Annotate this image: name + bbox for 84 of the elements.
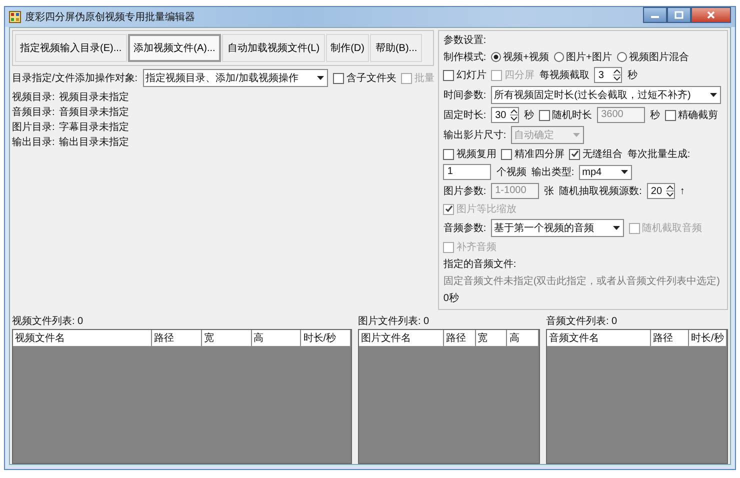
input-field[interactable]: 1 — [443, 164, 492, 180]
field-label: 0秒 — [443, 292, 459, 305]
spinner-arrows-icon — [666, 184, 674, 198]
dropdown[interactable]: mp4 — [579, 164, 632, 180]
column-header[interactable]: 宽 — [476, 330, 508, 347]
check-icon — [570, 150, 579, 158]
checkbox-option[interactable]: 随机时长 — [539, 108, 592, 122]
number-spinner[interactable]: 20 — [646, 183, 675, 199]
audio-file-note[interactable]: 固定音频文件未指定(双击此指定，或者从音频文件列表中选定) — [443, 274, 720, 288]
radio-option[interactable]: 视频+视频 — [491, 50, 549, 64]
field-label: 输出类型: — [531, 166, 574, 179]
field-label: 输出影片尺寸: — [443, 128, 506, 142]
target-dropdown[interactable]: 指定视频目录、添加/加载视频操作 — [142, 69, 328, 87]
list-title: 音频文件列表: 0 — [546, 314, 618, 328]
number-spinner[interactable]: 3 — [594, 67, 622, 83]
spinner-arrows-icon — [613, 68, 622, 82]
column-header[interactable]: 路径 — [152, 330, 202, 347]
radio-option[interactable]: 视频图片混合 — [616, 50, 689, 64]
caret-icon — [572, 132, 582, 138]
toolbar-button[interactable]: 指定视频输入目录(E)... — [15, 34, 127, 62]
dropdown[interactable]: 所有视频固定时长(过长会截取，过短不补齐) — [491, 86, 721, 104]
close-icon — [706, 11, 716, 19]
column-header[interactable]: 时长/秒 — [689, 330, 727, 347]
window-title: 度彩四分屏伪原创视频专用批量编辑器 — [25, 10, 195, 24]
column-header[interactable]: 时长/秒 — [301, 330, 352, 347]
field-label: 时间参数: — [443, 88, 486, 102]
radio-option[interactable]: 图片+图片 — [554, 50, 612, 64]
checkbox-option[interactable]: 精确截剪 — [665, 108, 718, 122]
close-button[interactable] — [691, 7, 731, 23]
checkbox-option[interactable]: 无缝组合 — [569, 147, 622, 161]
dropdown[interactable]: 基于第一个视频的音频 — [491, 219, 624, 237]
field-label: 个视频 — [496, 166, 526, 179]
field-label: 秒 — [627, 68, 638, 82]
column-header[interactable]: 路径 — [444, 330, 476, 347]
toolbar-button[interactable]: 添加视频文件(A)... — [128, 34, 222, 62]
number-spinner[interactable]: 30 — [491, 107, 520, 123]
caret-icon — [708, 92, 718, 98]
directory-value: 输出目录未指定 — [58, 136, 129, 149]
checkbox-option[interactable]: 含子文件夹 — [333, 71, 396, 85]
field-label: 每视频截取 — [539, 68, 590, 82]
column-header[interactable]: 音频文件名 — [547, 330, 651, 347]
checkbox-option[interactable]: 精准四分屏 — [501, 147, 564, 161]
caret-icon — [612, 225, 622, 231]
directory-label: 图片目录: — [12, 120, 55, 134]
toolbar-button[interactable]: 帮助(B)... — [370, 34, 422, 62]
field-label: 秒 — [650, 108, 660, 122]
directory-label: 音频目录: — [12, 106, 55, 119]
minimize-button[interactable] — [643, 7, 667, 23]
directory-value: 视频目录未指定 — [58, 90, 129, 104]
check-icon — [444, 205, 453, 213]
field-label: 图片参数: — [443, 184, 486, 198]
column-header[interactable]: 高 — [507, 330, 540, 347]
app-icon — [9, 11, 21, 23]
maximize-button[interactable] — [667, 7, 691, 23]
spinner-arrows-icon — [510, 108, 518, 122]
list-title: 视频文件列表: 0 — [12, 314, 84, 328]
field-label: 秒 — [524, 108, 534, 122]
caret-icon — [620, 169, 629, 175]
column-header[interactable]: 图片文件名 — [359, 330, 444, 347]
list-title: 图片文件列表: 0 — [358, 314, 430, 328]
checkbox-option[interactable]: 幻灯片 — [443, 68, 486, 82]
field-label: 音频参数: — [443, 222, 486, 235]
field-label: 制作模式: — [443, 50, 486, 64]
column-header[interactable]: 宽 — [202, 330, 252, 347]
directory-label: 视频目录: — [12, 90, 55, 104]
panel-title: 参数设置: — [443, 34, 486, 47]
field-label: 每次批量生成: — [627, 148, 690, 161]
field-label: 随机抽取视频源数: — [559, 184, 642, 198]
field-label: 指定的音频文件: — [443, 258, 516, 271]
caret-icon — [316, 75, 326, 81]
field-label: ↑ — [680, 186, 685, 196]
directory-value: 音频目录未指定 — [58, 106, 129, 119]
directory-label: 输出目录: — [12, 136, 55, 149]
checkbox-option[interactable]: 视频复用 — [443, 147, 496, 161]
column-header[interactable]: 视频文件名 — [13, 330, 152, 347]
directory-value: 字幕目录未指定 — [58, 120, 129, 134]
field-label: 固定时长: — [443, 108, 486, 122]
target-label: 目录指定/文件添加操作对象: — [12, 72, 138, 85]
toolbar-button[interactable]: 自动加载视频文件(L) — [222, 34, 325, 62]
column-header[interactable]: 高 — [252, 330, 302, 347]
maximize-icon — [674, 11, 684, 19]
column-header[interactable]: 路径 — [651, 330, 689, 347]
toolbar-button[interactable]: 制作(D) — [326, 34, 370, 62]
field-label: 张 — [544, 184, 554, 198]
